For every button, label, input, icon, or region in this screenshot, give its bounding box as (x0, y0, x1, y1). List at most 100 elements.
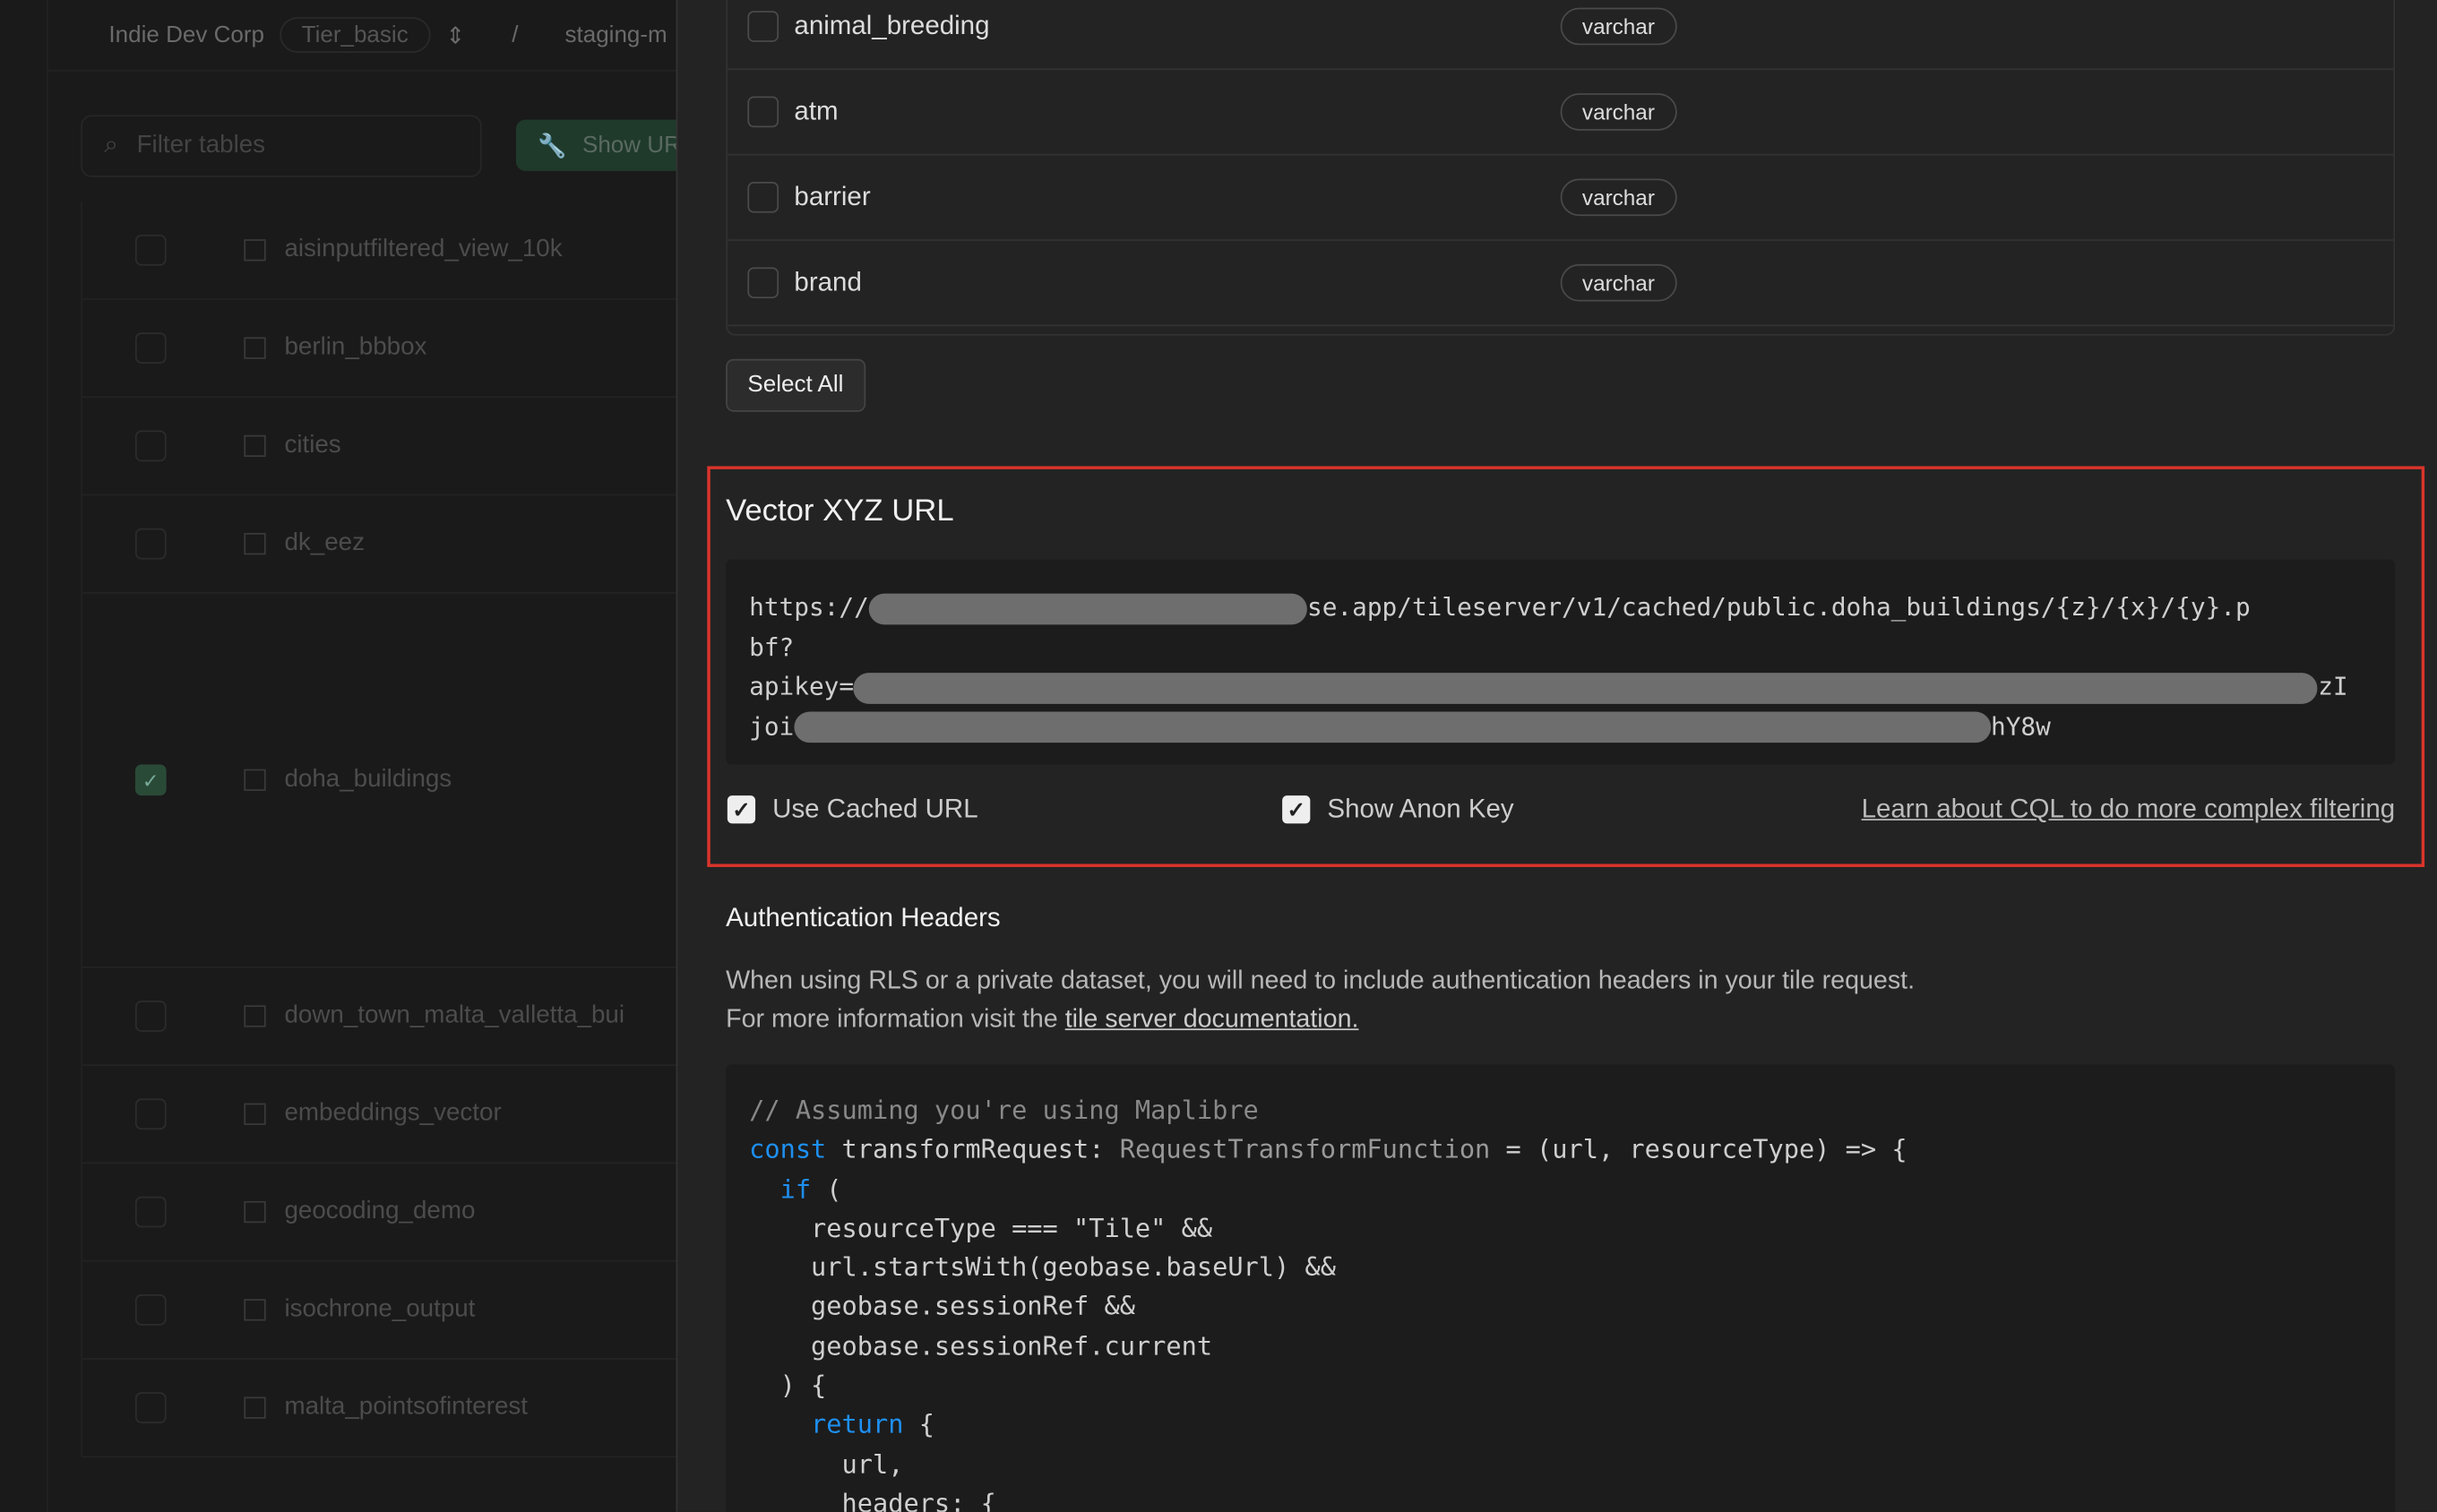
auth-desc-2: For more information visit the tile serv… (726, 1005, 1358, 1035)
table-name: cities (284, 432, 341, 459)
checkbox[interactable] (134, 332, 167, 364)
table-name: aisinputfiltered_view_10k (284, 236, 563, 263)
checkbox-checked[interactable]: ✓ (134, 764, 167, 796)
org-name[interactable]: Indie Dev Corp (108, 21, 264, 47)
redacted (854, 672, 2319, 703)
nav-rail (0, 0, 48, 1512)
column-row[interactable]: barrier varchar (727, 155, 2394, 241)
checkbox[interactable] (747, 96, 779, 128)
table-icon (244, 434, 266, 458)
column-row[interactable]: atm varchar (727, 70, 2394, 156)
filter-tables-input[interactable]: ⌕ Filter tables (81, 115, 482, 177)
table-icon (244, 1005, 266, 1027)
code-line: return { (749, 1410, 934, 1439)
checkbox[interactable] (134, 234, 167, 266)
tile-server-docs-link[interactable]: tile server documentation. (1065, 1005, 1359, 1033)
url-rest: se.app/tileserver/v1/cached/public.doha_… (1306, 591, 2251, 622)
check-icon: ✓ (727, 795, 756, 824)
table-row[interactable]: geocoding_demo (82, 1164, 704, 1262)
code-line: headers: { (749, 1488, 996, 1512)
table-name: doha_buildings (284, 766, 452, 793)
select-all-button[interactable]: Select All (726, 358, 865, 412)
checkbox[interactable] (134, 528, 167, 560)
code-line: if ( (749, 1173, 842, 1204)
redacted (794, 711, 1991, 743)
columns-list[interactable]: animal_breeding varchar atm varchar barrie… (726, 0, 2396, 336)
code-line: geobase.sessionRef && (749, 1292, 1135, 1322)
type-badge: varchar (1560, 178, 1677, 217)
table-icon (244, 1103, 266, 1125)
column-row[interactable]: animal_breeding varchar (727, 0, 2394, 71)
table-row[interactable]: dk_eez (82, 495, 704, 594)
column-row[interactable]: brand varchar (727, 241, 2394, 327)
separator: / (512, 21, 519, 48)
checkbox[interactable] (134, 1098, 167, 1130)
code-line: ) { (749, 1370, 827, 1401)
project-name[interactable]: staging-m (564, 21, 667, 47)
use-cached-label: Use Cached URL (772, 794, 978, 824)
table-icon (244, 769, 266, 791)
table-row[interactable]: aisinputfiltered_view_10k (82, 202, 704, 300)
table-row[interactable]: down_town_malta_valletta_bui (82, 968, 704, 1067)
table-name: isochrone_output (284, 1295, 476, 1323)
checkbox[interactable] (747, 181, 779, 213)
table-row[interactable]: isochrone_output (82, 1262, 704, 1360)
column-name: barrier (794, 181, 871, 211)
url-panel: animal_breeding varchar atm varchar barrie… (676, 0, 2437, 1512)
auth-desc-text: For more information visit the (726, 1005, 1065, 1034)
table-icon (244, 1396, 266, 1419)
tier-badge: Tier_basic (280, 17, 430, 53)
table-row[interactable]: ✓ doha_buildings (82, 594, 704, 968)
wrench-icon: 🔧 (538, 133, 567, 159)
table-icon (244, 1200, 266, 1224)
code-line: url, (749, 1448, 904, 1479)
checkbox[interactable] (134, 1196, 167, 1228)
checkbox[interactable] (747, 267, 779, 299)
checkbox[interactable] (134, 1001, 167, 1032)
use-cached-url-checkbox[interactable]: ✓ Use Cached URL (727, 794, 978, 825)
code-line: const transformRequest: RequestTransform… (749, 1134, 1907, 1164)
checkbox[interactable] (134, 430, 167, 462)
table-name: malta_pointsofinterest (284, 1394, 528, 1421)
table-name: dk_eez (284, 529, 365, 557)
apikey-line: joi (749, 710, 795, 741)
table-name: geocoding_demo (284, 1198, 476, 1224)
type-badge: varchar (1560, 93, 1677, 131)
column-name: animal_breeding (794, 11, 990, 41)
search-icon: ⌕ (104, 132, 118, 159)
column-name: atm (794, 96, 839, 126)
url-prefix: https:// (749, 591, 869, 622)
checkbox[interactable] (134, 1392, 167, 1423)
show-url-button[interactable]: 🔧 Show UR (515, 119, 703, 171)
type-badge: varchar (1560, 263, 1677, 302)
code-line: resourceType === "Tile" && (749, 1213, 1213, 1243)
url-line2: bf? (749, 631, 795, 662)
apikey-prefix: apikey= (749, 671, 855, 701)
table-name: down_town_malta_valletta_bui (284, 1001, 625, 1029)
table-name: embeddings_vector (284, 1100, 502, 1127)
learn-cql-link[interactable]: Learn about CQL to do more complex filte… (1862, 794, 2396, 825)
checkbox[interactable] (134, 1294, 167, 1326)
chevron-updown-icon[interactable]: ⇕ (445, 21, 465, 48)
vector-url-box[interactable]: https:// se.app/tileserver/v1/cached/publ… (726, 559, 2396, 765)
table-icon (244, 533, 266, 555)
show-url-label: Show UR (581, 132, 681, 159)
check-icon: ✓ (1282, 795, 1311, 824)
sidebar: Indie Dev Corp Tier_basic ⇕ / staging-m … (0, 0, 704, 1512)
table-list: aisinputfiltered_view_10k berlin_bbbox c… (81, 202, 704, 1458)
type-badge: varchar (1560, 7, 1677, 46)
checkbox[interactable] (747, 11, 779, 42)
table-row[interactable]: malta_pointsofinterest (82, 1360, 704, 1458)
auth-title: Authentication Headers (726, 902, 1001, 932)
show-anon-key-checkbox[interactable]: ✓ Show Anon Key (1282, 794, 1514, 825)
table-row[interactable]: cities (82, 398, 704, 496)
auth-desc: When using RLS or a private dataset, you… (726, 966, 1916, 995)
column-name: brand (794, 267, 862, 297)
table-row[interactable]: berlin_bbbox (82, 300, 704, 399)
code-block[interactable]: // Assuming you're using Maplibre const t… (726, 1064, 2396, 1512)
redacted (868, 592, 1307, 624)
table-row[interactable]: embeddings_vector (82, 1066, 704, 1164)
table-icon (244, 337, 266, 359)
code-line: // Assuming you're using Maplibre (749, 1095, 1259, 1125)
code-line: url.startsWith(geobase.baseUrl) && (749, 1252, 1336, 1283)
